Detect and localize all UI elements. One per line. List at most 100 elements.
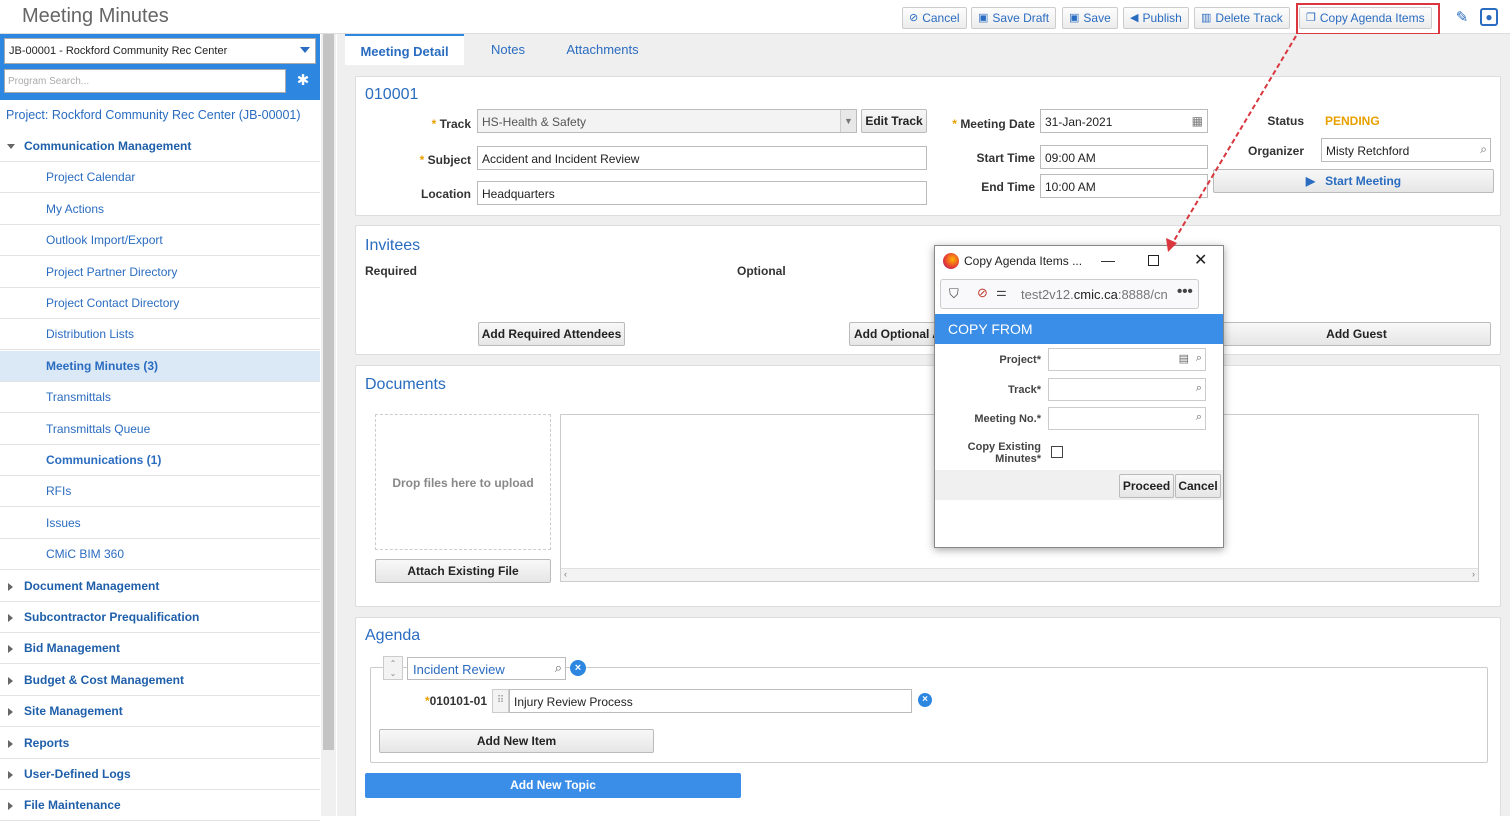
copy-agenda-items-window: Copy Agenda Items ... — ✕ ⛉ ⊘ ⚌ test2v12… bbox=[934, 245, 1224, 548]
sidebar-item-reports[interactable]: Reports bbox=[0, 728, 320, 759]
remove-item-icon[interactable]: × bbox=[918, 693, 932, 707]
caret-right-icon bbox=[8, 771, 13, 779]
caret-right-icon bbox=[8, 614, 13, 622]
sidebar-item-communications-1[interactable]: Communications (1) bbox=[0, 445, 320, 476]
publish-button[interactable]: ◀ Publish bbox=[1123, 7, 1189, 29]
add-new-item-button[interactable]: Add New Item bbox=[379, 729, 654, 753]
meeting-date-input[interactable]: 31-Jan-2021 ▦ bbox=[1040, 109, 1208, 133]
sidebar-item-label: RFIs bbox=[46, 484, 72, 498]
meeting-no-input[interactable]: ⌕ bbox=[1048, 407, 1206, 430]
search-icon[interactable]: ⌕ bbox=[1480, 142, 1487, 157]
app-header: Meeting Minutes ⊘ Cancel ▣ Save Draft ▣ Sav… bbox=[0, 0, 1510, 35]
track-select[interactable]: HS-Health & Safety ▼ bbox=[477, 109, 857, 133]
project-link[interactable]: Project: Rockford Community Rec Center (… bbox=[6, 108, 301, 122]
sidebar-item-label: Subcontractor Prequalification bbox=[24, 610, 200, 624]
window-title: Copy Agenda Items ... bbox=[964, 254, 1083, 268]
sidebar-item-label: Communications (1) bbox=[46, 453, 162, 467]
end-time-input[interactable]: 10:00 AM bbox=[1040, 174, 1208, 198]
mic-blocked-icon[interactable]: ⊘ bbox=[977, 285, 988, 301]
add-required-attendees-button[interactable]: Add Required Attendees bbox=[478, 322, 625, 346]
search-icon[interactable]: ⌕ bbox=[1196, 352, 1202, 365]
sidebar-item-label: Site Management bbox=[24, 704, 123, 718]
sidebar-item-rfis[interactable]: RFIs bbox=[0, 476, 320, 507]
close-icon[interactable]: ✕ bbox=[1194, 250, 1207, 270]
tab-notes[interactable]: Notes bbox=[464, 34, 552, 65]
sidebar-item-cmic-bim-360[interactable]: CMiC BIM 360 bbox=[0, 539, 320, 570]
more-icon[interactable]: ••• bbox=[1177, 283, 1193, 300]
cancel-icon: ⊘ bbox=[909, 12, 919, 24]
sidebar-item-budget-cost-management[interactable]: Budget & Cost Management bbox=[0, 665, 320, 696]
sidebar-item-subcontractor-prequalification[interactable]: Subcontractor Prequalification bbox=[0, 602, 320, 633]
start-time-label: Start Time bbox=[976, 151, 1035, 165]
project-select[interactable]: JB-00001 - Rockford Community Rec Center bbox=[4, 38, 316, 64]
program-search-input[interactable]: Program Search... bbox=[4, 69, 286, 93]
user-icon[interactable]: ● bbox=[1480, 8, 1498, 26]
save-button[interactable]: ▣ Save bbox=[1062, 7, 1118, 29]
sidebar-item-transmittals-queue[interactable]: Transmittals Queue bbox=[0, 414, 320, 445]
track-input[interactable]: ⌕ bbox=[1048, 378, 1206, 401]
search-icon[interactable]: ⌕ bbox=[1196, 411, 1202, 424]
subject-input[interactable]: Accident and Incident Review bbox=[477, 146, 927, 170]
sidebar-item-label: Meeting Minutes (3) bbox=[46, 359, 159, 373]
minimize-icon[interactable]: — bbox=[1101, 252, 1115, 268]
sidebar-item-project-contact-directory[interactable]: Project Contact Directory bbox=[0, 288, 320, 319]
tab-attachments[interactable]: Attachments bbox=[552, 34, 653, 65]
sidebar-item-user-defined-logs[interactable]: User-Defined Logs bbox=[0, 759, 320, 790]
start-meeting-button[interactable]: ▶ Start Meeting bbox=[1213, 169, 1494, 193]
shield-icon[interactable]: ⛉ bbox=[949, 286, 959, 302]
chevron-right-icon[interactable]: › bbox=[1472, 569, 1475, 579]
sidebar-item-transmittals[interactable]: Transmittals bbox=[0, 382, 320, 413]
tab-meeting-detail[interactable]: Meeting Detail bbox=[345, 34, 464, 65]
sidebar-scrollbar[interactable] bbox=[321, 34, 336, 816]
sidebar-item-file-maintenance[interactable]: File Maintenance bbox=[0, 790, 320, 821]
floppy-icon: ▣ bbox=[1069, 12, 1080, 24]
proceed-button[interactable]: Proceed bbox=[1119, 474, 1174, 498]
gear-icon[interactable]: ✱ bbox=[290, 69, 316, 93]
start-time-input[interactable]: 09:00 AM bbox=[1040, 145, 1208, 169]
calendar-icon[interactable]: ▦ bbox=[1192, 114, 1203, 128]
sidebar-item-distribution-lists[interactable]: Distribution Lists bbox=[0, 319, 320, 350]
sidebar-item-outlook-import-export[interactable]: Outlook Import/Export bbox=[0, 225, 320, 256]
cancel-button[interactable]: ⊘ Cancel bbox=[902, 7, 967, 29]
sidebar-item-document-management[interactable]: Document Management bbox=[0, 571, 320, 602]
agenda-topic-input[interactable]: Incident Review ⌕ bbox=[407, 657, 566, 680]
permissions-icon[interactable]: ⚌ bbox=[996, 285, 1007, 299]
popup-cancel-button[interactable]: Cancel bbox=[1175, 474, 1221, 498]
scrollbar-thumb[interactable] bbox=[323, 34, 334, 750]
project-input[interactable]: ▤ ⌕ bbox=[1048, 348, 1206, 371]
file-drop-zone[interactable]: Drop files here to upload bbox=[375, 414, 551, 550]
drag-handle-icon[interactable]: ⠿ bbox=[492, 689, 509, 713]
sidebar-item-label: Project Calendar bbox=[46, 170, 136, 184]
search-icon[interactable]: ⌕ bbox=[1196, 382, 1202, 395]
list-icon[interactable]: ▤ bbox=[1179, 352, 1189, 365]
copy-existing-minutes-checkbox[interactable] bbox=[1051, 446, 1063, 458]
save-draft-button[interactable]: ▣ Save Draft bbox=[971, 7, 1057, 29]
sidebar-item-project-calendar[interactable]: Project Calendar bbox=[0, 162, 320, 193]
sidebar-item-meeting-minutes-3[interactable]: Meeting Minutes (3) bbox=[0, 351, 320, 382]
attach-existing-file-button[interactable]: Attach Existing File bbox=[375, 559, 551, 583]
sidebar-item-project-partner-directory[interactable]: Project Partner Directory bbox=[0, 257, 320, 288]
agenda-item-input[interactable]: Injury Review Process bbox=[509, 689, 912, 713]
organizer-input[interactable]: Misty Retchford ⌕ bbox=[1321, 138, 1491, 162]
sidebar-item-my-actions[interactable]: My Actions bbox=[0, 194, 320, 225]
edit-icon[interactable]: ✎ bbox=[1452, 8, 1472, 28]
add-guest-button[interactable]: Add Guest bbox=[1222, 322, 1491, 346]
search-icon[interactable]: ⌕ bbox=[555, 660, 562, 676]
documents-panel: Documents Drop files here to upload Atta… bbox=[355, 365, 1501, 607]
edit-track-button[interactable]: Edit Track bbox=[861, 109, 927, 133]
sidebar-item-issues[interactable]: Issues bbox=[0, 508, 320, 539]
add-new-topic-button[interactable]: Add New Topic bbox=[365, 773, 741, 798]
callout-highlight-box bbox=[1296, 3, 1440, 35]
sidebar-item-bid-management[interactable]: Bid Management bbox=[0, 633, 320, 664]
url-bar[interactable]: ⛉ ⊘ ⚌ test2v12.cmic.ca:8888/cn ••• bbox=[940, 279, 1199, 309]
sidebar-item-communication-management[interactable]: Communication Management bbox=[0, 131, 320, 162]
horizontal-scrollbar[interactable]: ‹ › bbox=[561, 568, 1478, 581]
location-input[interactable]: Headquarters bbox=[477, 181, 927, 205]
chevron-down-icon: ▼ bbox=[840, 110, 856, 132]
chevron-left-icon[interactable]: ‹ bbox=[564, 569, 567, 579]
delete-track-button[interactable]: ▥ Delete Track bbox=[1194, 7, 1290, 29]
remove-topic-icon[interactable]: × bbox=[570, 660, 586, 676]
maximize-icon[interactable] bbox=[1148, 255, 1159, 266]
reorder-handle-icon[interactable]: ⌃ ⌄ bbox=[383, 656, 403, 680]
sidebar-item-site-management[interactable]: Site Management bbox=[0, 696, 320, 727]
